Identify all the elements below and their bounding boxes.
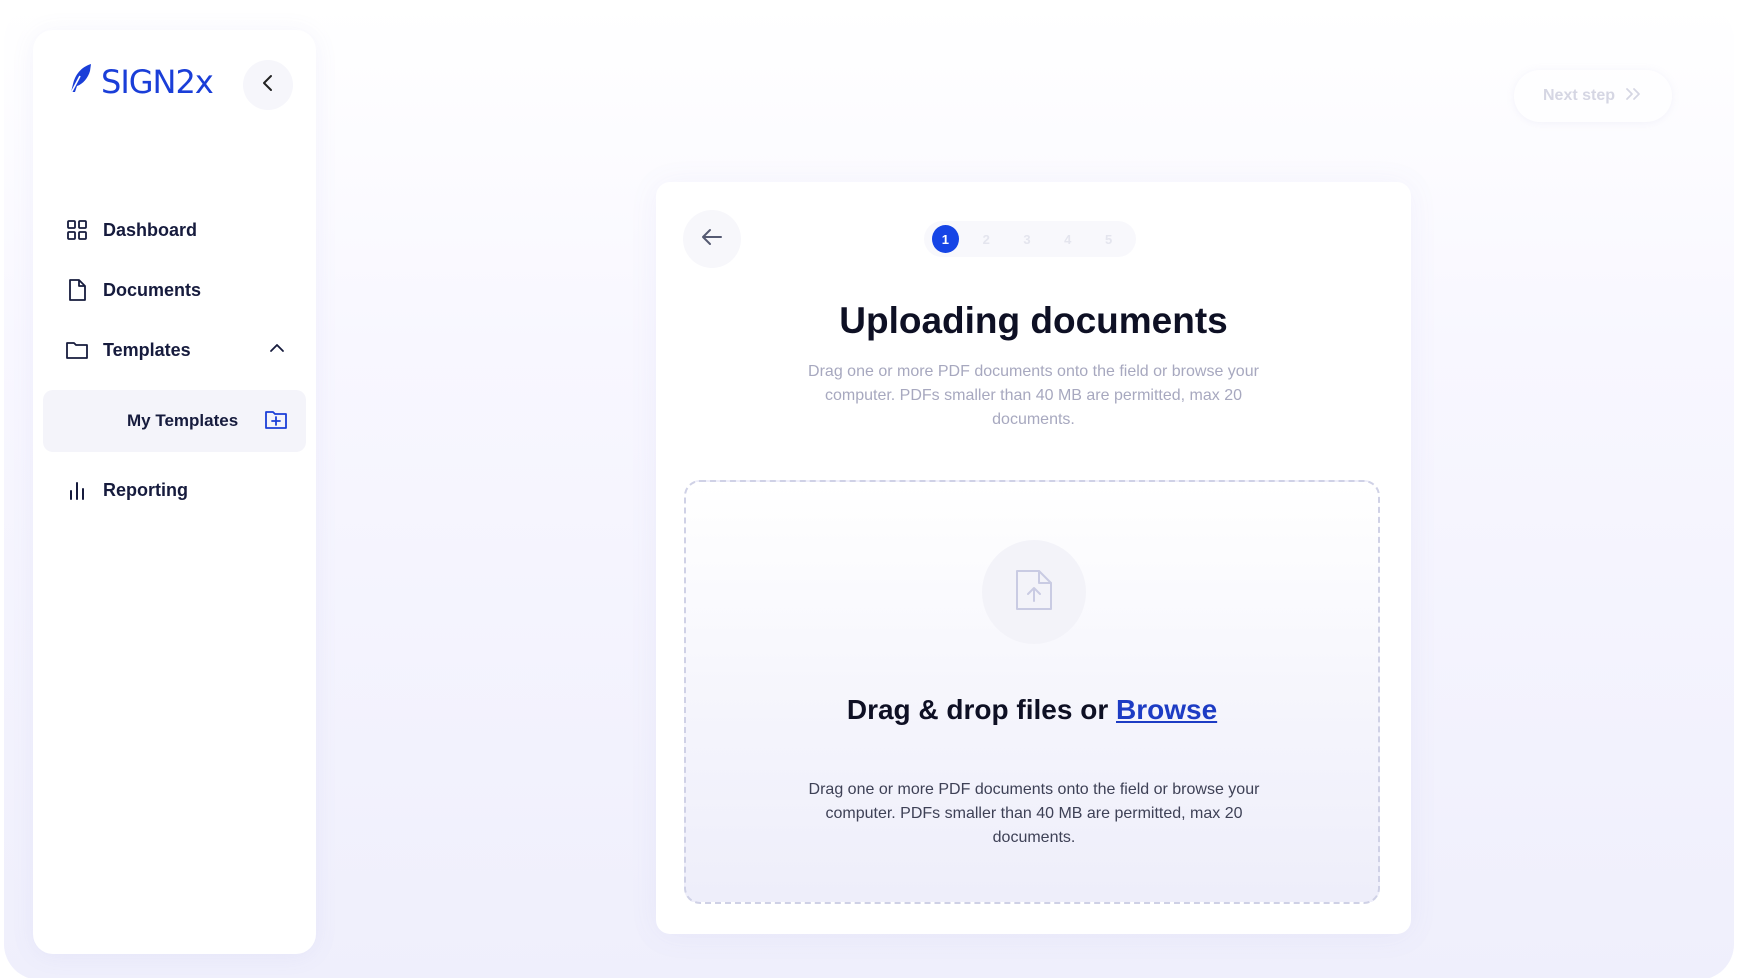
back-button[interactable] <box>683 210 741 268</box>
sidebar-item-label: Reporting <box>103 479 188 500</box>
upload-icon-container <box>982 540 1086 644</box>
page-title: Uploading documents <box>839 300 1228 341</box>
dropzone-title-text: Drag & drop files or <box>846 694 1116 725</box>
sidebar-item-documents[interactable]: Documents <box>33 260 316 320</box>
step-indicator[interactable]: 3 <box>1014 225 1041 253</box>
collapse-sidebar-button[interactable] <box>243 60 293 110</box>
file-dropzone[interactable]: Drag & drop files or Browse Drag one or … <box>684 480 1380 904</box>
sidebar-item-label: My Templates <box>127 411 239 430</box>
chevron-left-icon <box>261 74 275 97</box>
sidebar-item-dashboard[interactable]: Dashboard <box>33 200 316 260</box>
wizard-stepper: 1 2 3 4 5 <box>924 221 1136 257</box>
grid-icon <box>65 218 89 242</box>
sidebar-item-reporting[interactable]: Reporting <box>33 460 316 520</box>
dropzone-description: Drag one or more PDF documents onto the … <box>808 781 1260 846</box>
next-step-button[interactable]: Next step <box>1514 70 1672 122</box>
step-indicator[interactable]: 1 <box>932 225 959 253</box>
page-description: Drag one or more PDF documents onto the … <box>808 363 1259 428</box>
folder-plus-icon[interactable] <box>264 409 288 436</box>
sidebar-item-templates[interactable]: Templates <box>33 320 316 380</box>
sidebar-nav: Dashboard Documents Templates My Templat… <box>33 200 316 520</box>
chevron-up-icon[interactable] <box>268 338 286 359</box>
step-indicator[interactable]: 4 <box>1054 225 1081 253</box>
app-frame: SIGN2x Dashboard Documents Templates My … <box>4 4 1734 978</box>
sidebar-item-label: Dashboard <box>103 219 198 240</box>
next-step-label: Next step <box>1542 87 1616 104</box>
logo[interactable]: SIGN2x <box>67 62 214 101</box>
folder-icon <box>65 338 89 362</box>
step-indicator[interactable]: 5 <box>1095 225 1122 253</box>
double-chevron-right-icon <box>1625 87 1643 106</box>
step-indicator[interactable]: 2 <box>973 225 1000 253</box>
file-upload-icon <box>1013 567 1055 618</box>
sidebar-item-label: Templates <box>103 339 191 360</box>
bar-chart-icon <box>65 478 89 502</box>
document-icon <box>65 278 89 302</box>
arrow-left-icon <box>701 228 723 251</box>
browse-link[interactable]: Browse <box>1116 694 1217 725</box>
feather-logo-icon <box>67 62 95 101</box>
upload-card: 1 2 3 4 5 Uploading documents Drag one o… <box>656 182 1411 934</box>
sidebar: SIGN2x Dashboard Documents Templates My … <box>33 30 316 954</box>
dropzone-title: Drag & drop files or Browse <box>686 694 1378 726</box>
sidebar-item-label: Documents <box>103 279 202 300</box>
logo-text: SIGN2x <box>101 62 214 101</box>
sidebar-item-my-templates[interactable]: My Templates <box>43 390 306 452</box>
